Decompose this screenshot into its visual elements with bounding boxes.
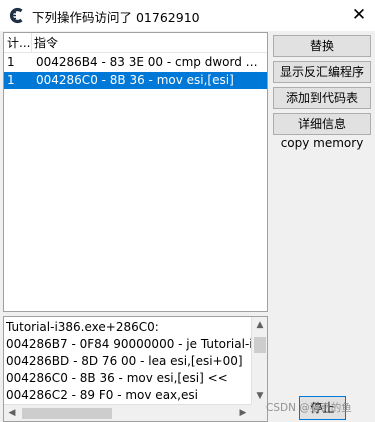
scroll-thumb[interactable] — [22, 408, 112, 419]
disassembly-line: Tutorial-i386.exe+286C0: — [6, 320, 159, 334]
window-title: 下列操作码访问了 01762910 — [32, 10, 200, 25]
add-to-codelist-button[interactable]: 添加到代码表 — [273, 87, 371, 109]
scroll-right-icon[interactable]: ▶ — [235, 405, 251, 421]
row-instruction: 004286B4 - 83 3E 00 - cmp dword pt... — [36, 55, 264, 69]
instruction-list[interactable]: 计... 指令 1 004286B4 - 83 3E 00 - cmp dwor… — [3, 32, 268, 312]
horizontal-scrollbar[interactable]: ◀ ▶ — [4, 404, 251, 421]
cheat-engine-icon — [8, 7, 25, 24]
title-bar: 下列操作码访问了 01762910 ✕ — [0, 0, 375, 31]
column-header-instruction[interactable]: 指令 — [34, 33, 58, 53]
more-info-button[interactable]: 详细信息 — [273, 113, 371, 135]
list-row[interactable]: 1 004286B4 - 83 3E 00 - cmp dword pt... — [4, 54, 267, 71]
row-count: 1 — [7, 73, 15, 87]
window: 下列操作码访问了 01762910 ✕ 计... 指令 1 004286B4 -… — [0, 0, 375, 422]
disassembly-line: 004286B7 - 0F84 90000000 - je Tutorial-i — [6, 337, 253, 351]
show-disassembler-button[interactable]: 显示反汇编程序 — [273, 61, 371, 83]
copy-memory-label[interactable]: copy memory — [273, 135, 371, 151]
vertical-scrollbar[interactable]: ▲ ▼ — [251, 317, 267, 404]
close-icon[interactable]: ✕ — [349, 4, 369, 26]
disassembly-line: 004286C2 - 89 F0 - mov eax,esi — [6, 388, 198, 402]
disassembly-line: 004286C0 - 8B 36 - mov esi,[esi] << — [6, 371, 228, 385]
scroll-left-icon[interactable]: ◀ — [4, 405, 20, 421]
replace-button[interactable]: 替换 — [273, 35, 371, 57]
list-header: 计... 指令 — [4, 33, 267, 53]
disassembly-line: 004286BD - 8D 76 00 - lea esi,[esi+00] — [6, 354, 243, 368]
row-count: 1 — [7, 55, 15, 69]
scroll-up-icon[interactable]: ▲ — [252, 317, 267, 333]
list-row-selected[interactable]: 1 004286C0 - 8B 36 - mov esi,[esi] — [4, 72, 267, 89]
row-instruction: 004286C0 - 8B 36 - mov esi,[esi] — [36, 73, 234, 87]
watermark: CSDN @猎奇的鱼 — [266, 402, 352, 414]
column-header-count[interactable]: 计... — [4, 33, 32, 53]
scroll-thumb[interactable] — [254, 337, 266, 353]
disassembly-panel[interactable]: Tutorial-i386.exe+286C0: 004286B7 - 0F84… — [3, 316, 268, 422]
